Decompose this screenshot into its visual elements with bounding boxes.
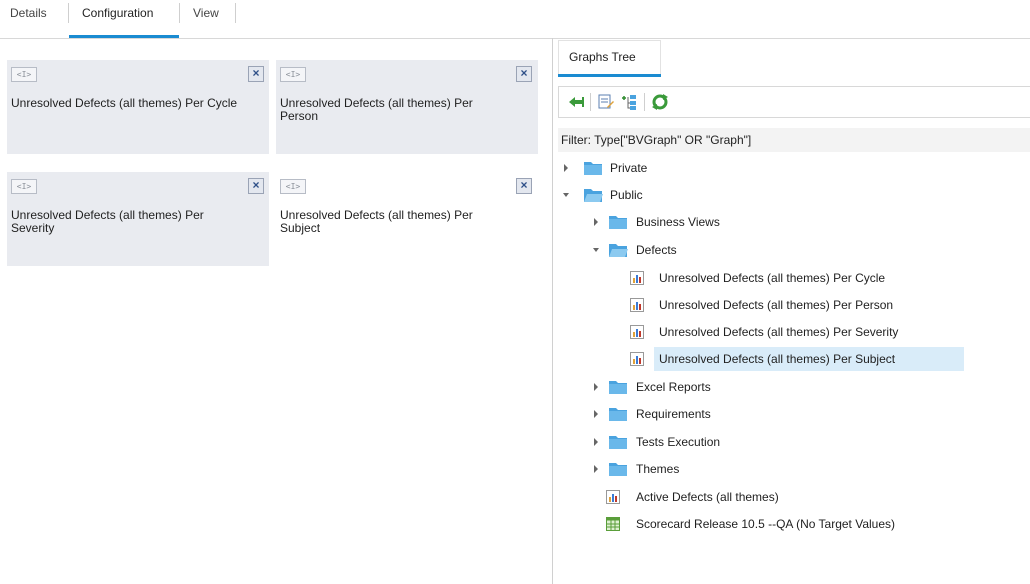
tree-item-label: Unresolved Defects (all themes) Per Cycl… — [659, 271, 886, 285]
tree-item-tests-execution[interactable]: Tests Execution — [558, 430, 858, 454]
chevron-down-icon[interactable] — [591, 238, 601, 262]
folder-icon — [609, 216, 627, 229]
code-tag-icon: <I> — [11, 179, 37, 194]
tree-item-public[interactable]: Public — [558, 183, 858, 207]
tree-item-label: Business Views — [636, 215, 720, 229]
toolbar-divider — [644, 93, 645, 111]
folder-icon — [609, 436, 627, 449]
close-button[interactable]: × — [516, 66, 532, 82]
chevron-down-icon[interactable] — [561, 183, 571, 207]
tree-item-defects[interactable]: Defects — [558, 238, 858, 262]
folder-icon — [609, 408, 627, 421]
tab-view[interactable]: View — [193, 6, 219, 20]
active-tab-indicator — [69, 35, 179, 38]
chevron-right-icon[interactable] — [591, 210, 601, 234]
widget-card[interactable]: <I> × Unresolved Defects (all themes) Pe… — [276, 172, 538, 266]
widget-card[interactable]: <I> × Unresolved Defects (all themes) Pe… — [7, 172, 269, 266]
tab-divider — [68, 3, 69, 23]
tree-item-label: Unresolved Defects (all themes) Per Pers… — [659, 298, 894, 312]
tab-details[interactable]: Details — [10, 6, 47, 20]
toolbar-divider — [590, 93, 591, 111]
code-tag-icon: <I> — [280, 179, 306, 194]
chevron-right-icon[interactable] — [591, 402, 601, 426]
back-arrow-icon[interactable] — [567, 93, 585, 111]
tree-item-graph[interactable]: Unresolved Defects (all themes) Per Subj… — [558, 347, 964, 371]
refresh-icon[interactable] — [651, 93, 669, 111]
tree-item-themes[interactable]: Themes — [558, 457, 858, 481]
bar-chart-icon — [630, 352, 644, 366]
widget-title: Unresolved Defects (all themes) Per Cycl… — [11, 96, 238, 110]
tree-add-icon[interactable] — [621, 93, 639, 111]
chevron-right-icon[interactable] — [591, 375, 601, 399]
tab-divider — [235, 3, 236, 23]
chevron-right-icon[interactable] — [591, 430, 601, 454]
bar-chart-icon — [630, 298, 644, 312]
graphs-toolbar — [558, 86, 1030, 118]
close-button[interactable]: × — [248, 178, 264, 194]
tree-item-excel-reports[interactable]: Excel Reports — [558, 375, 858, 399]
chevron-right-icon[interactable] — [561, 156, 571, 180]
tree-item-label: Themes — [636, 462, 680, 476]
chevron-right-icon[interactable] — [591, 457, 601, 481]
tree-item-label: Unresolved Defects (all themes) Per Seve… — [659, 325, 899, 339]
filter-text: Filter: Type["BVGraph" OR "Graph"] — [561, 133, 752, 147]
tree-item-label: Public — [610, 188, 643, 202]
folder-icon — [609, 463, 627, 476]
tree-item-label: Defects — [636, 243, 677, 257]
tab-configuration[interactable]: Configuration — [82, 6, 153, 20]
tree-item-graph[interactable]: Unresolved Defects (all themes) Per Pers… — [558, 293, 958, 317]
top-tab-strip: Details Configuration View — [0, 0, 1030, 39]
tree-item-label: Unresolved Defects (all themes) Per Subj… — [659, 352, 896, 366]
panel-splitter[interactable] — [552, 38, 553, 584]
code-tag-icon: <I> — [11, 67, 37, 82]
bar-chart-icon — [630, 271, 644, 285]
tab-graphs-tree[interactable]: Graphs Tree — [558, 40, 661, 77]
widget-card[interactable]: <I> × Unresolved Defects (all themes) Pe… — [7, 60, 269, 154]
tree-item-requirements[interactable]: Requirements — [558, 402, 858, 426]
active-tab-indicator — [558, 74, 661, 77]
tab-label: Graphs Tree — [569, 50, 636, 64]
code-tag-icon: <I> — [280, 67, 306, 82]
close-button[interactable]: × — [516, 178, 532, 194]
widget-title: Unresolved Defects (all themes) Per Subj… — [280, 208, 473, 235]
folder-icon — [584, 162, 602, 175]
tree-item-graph[interactable]: Unresolved Defects (all themes) Per Seve… — [558, 320, 958, 344]
filter-bar: Filter: Type["BVGraph" OR "Graph"] — [558, 128, 1030, 152]
folder-open-icon — [584, 189, 603, 202]
tree-item-graph[interactable]: Unresolved Defects (all themes) Per Cycl… — [558, 266, 958, 290]
tree-item-label: Excel Reports — [636, 380, 711, 394]
edit-icon[interactable] — [597, 93, 615, 111]
folder-open-icon — [609, 244, 628, 257]
tree-item-label: Scorecard Release 10.5 --QA (No Target V… — [636, 517, 896, 531]
tree-item-label: Tests Execution — [636, 435, 721, 449]
tree-item-label: Private — [610, 161, 648, 175]
close-button[interactable]: × — [248, 66, 264, 82]
tab-divider — [179, 3, 180, 23]
tree-item-business-views[interactable]: Business Views — [558, 210, 858, 234]
tree-item-label: Active Defects (all themes) — [636, 490, 779, 504]
widget-title: Unresolved Defects (all themes) Per Seve… — [11, 208, 204, 235]
tree-item-scorecard[interactable]: Scorecard Release 10.5 --QA (No Target V… — [558, 512, 978, 536]
widget-card[interactable]: <I> × Unresolved Defects (all themes) Pe… — [276, 60, 538, 154]
widget-title: Unresolved Defects (all themes) Per Pers… — [280, 96, 473, 123]
tree-item-private[interactable]: Private — [558, 156, 858, 180]
scorecard-grid-icon — [606, 517, 620, 531]
tree-item-label: Requirements — [636, 407, 711, 421]
bar-chart-icon — [630, 325, 644, 339]
bar-chart-icon — [606, 490, 620, 504]
folder-icon — [609, 381, 627, 394]
tree-item-graph[interactable]: Active Defects (all themes) — [558, 485, 958, 509]
